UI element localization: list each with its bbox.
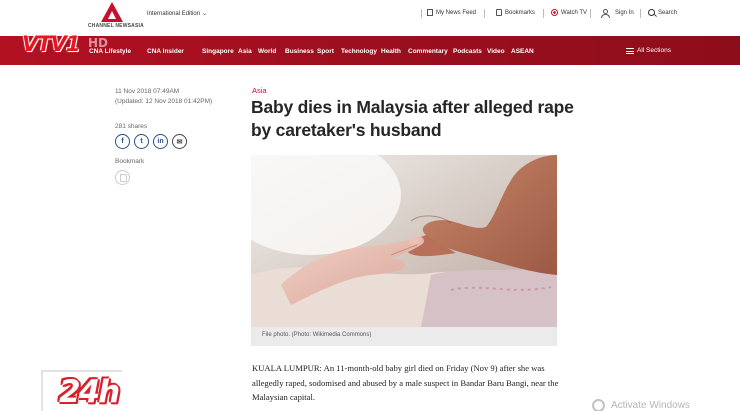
logo-text: CHANNEL NEWSASIA bbox=[88, 23, 144, 29]
bookmark-icon bbox=[496, 9, 502, 16]
watch-tv-icon bbox=[551, 9, 558, 16]
cna-logo[interactable]: CHANNEL NEWSASIA bbox=[88, 2, 144, 32]
facebook-icon: f bbox=[121, 138, 124, 145]
nav-item-asean[interactable]: ASEAN bbox=[511, 48, 534, 55]
activate-windows-text: Activate Windows bbox=[611, 400, 690, 411]
article-headline: Baby dies in Malaysia after alleged rape… bbox=[251, 97, 574, 140]
email-icon: ✉ bbox=[176, 138, 183, 146]
24h-badge-text: 24h bbox=[59, 374, 120, 410]
logo-triangle-inner bbox=[108, 11, 116, 19]
divider bbox=[640, 9, 641, 18]
all-sections-button[interactable]: All Sections bbox=[626, 47, 671, 54]
bookmark-button[interactable] bbox=[115, 170, 130, 185]
twitter-icon: t bbox=[140, 138, 143, 145]
edition-label: International Edition bbox=[147, 11, 201, 17]
sign-in-label: Sign In bbox=[615, 10, 634, 16]
search-icon bbox=[648, 9, 655, 16]
linkedin-icon: in bbox=[157, 138, 164, 145]
bookmarks-label: Bookmarks bbox=[505, 9, 536, 16]
vtv1-channel-logo: VTV1 HD bbox=[22, 32, 114, 56]
sign-in-link[interactable]: Sign In bbox=[601, 9, 634, 18]
updated-date: (Updated: 12 Nov 2018 01:42PM) bbox=[115, 98, 213, 105]
my-news-feed-link[interactable]: My News Feed bbox=[427, 9, 476, 16]
share-count: 281 shares bbox=[115, 123, 148, 130]
linkedin-share-button[interactable]: in bbox=[153, 134, 168, 149]
nav-item-health[interactable]: Health bbox=[381, 48, 401, 55]
search-button[interactable]: Search bbox=[648, 9, 677, 16]
nav-item-business[interactable]: Business bbox=[285, 48, 314, 55]
divider bbox=[543, 9, 544, 18]
edition-selector[interactable]: International Edition ⌄ bbox=[147, 10, 207, 17]
baby-hand-photo-illustration bbox=[251, 155, 557, 327]
twitter-share-button[interactable]: t bbox=[134, 134, 149, 149]
watch-tv-link[interactable]: Watch TV bbox=[551, 9, 587, 16]
divider bbox=[484, 9, 485, 18]
nav-item-technology[interactable]: Technology bbox=[341, 48, 377, 55]
activate-windows-watermark: Activate Windows bbox=[592, 399, 690, 411]
windows-activate-icon bbox=[592, 399, 605, 411]
nav-item-sport[interactable]: Sport bbox=[317, 48, 334, 55]
user-icon bbox=[601, 9, 610, 18]
nav-item-singapore[interactable]: Singapore bbox=[202, 48, 234, 55]
nav-item-asia[interactable]: Asia bbox=[238, 48, 252, 55]
news-feed-icon bbox=[427, 9, 433, 16]
nav-item-world[interactable]: World bbox=[258, 48, 276, 55]
photo-caption: File photo. (Photo: Wikimedia Commons) bbox=[262, 332, 372, 338]
article-category[interactable]: Asia bbox=[252, 86, 267, 95]
hd-text: HD bbox=[88, 36, 109, 50]
all-sections-label: All Sections bbox=[637, 47, 671, 54]
nav-item-cna-insider[interactable]: CNA Insider bbox=[147, 48, 184, 55]
article-photo bbox=[251, 155, 557, 327]
facebook-share-button[interactable]: f bbox=[115, 134, 130, 149]
my-news-feed-label: My News Feed bbox=[436, 9, 477, 16]
watch-tv-label: Watch TV bbox=[561, 9, 588, 16]
article-dates: 11 Nov 2018 07:49AM (Updated: 12 Nov 201… bbox=[115, 87, 212, 107]
chevron-down-icon: ⌄ bbox=[202, 11, 208, 17]
nav-item-commentary[interactable]: Commentary bbox=[408, 48, 448, 55]
bookmark-label: Bookmark bbox=[115, 158, 145, 165]
search-label: Search bbox=[658, 9, 678, 16]
published-date: 11 Nov 2018 07:49AM bbox=[115, 88, 180, 95]
top-bar: CHANNEL NEWSASIA International Edition ⌄ … bbox=[0, 0, 740, 36]
article-body-paragraph: KUALA LUMPUR: An 11-month-old baby girl … bbox=[252, 363, 559, 402]
social-share-buttons: f t in ✉ bbox=[115, 134, 187, 149]
vtv1-text: VTV1 bbox=[22, 32, 80, 56]
email-share-button[interactable]: ✉ bbox=[172, 134, 187, 149]
menu-icon bbox=[626, 47, 634, 54]
nav-item-podcasts[interactable]: Podcasts bbox=[453, 48, 482, 55]
24h-channel-badge: 24h bbox=[41, 370, 122, 411]
divider bbox=[421, 9, 422, 18]
bookmarks-link[interactable]: Bookmarks bbox=[496, 9, 535, 16]
nav-item-video[interactable]: Video bbox=[487, 48, 505, 55]
divider bbox=[590, 9, 591, 18]
